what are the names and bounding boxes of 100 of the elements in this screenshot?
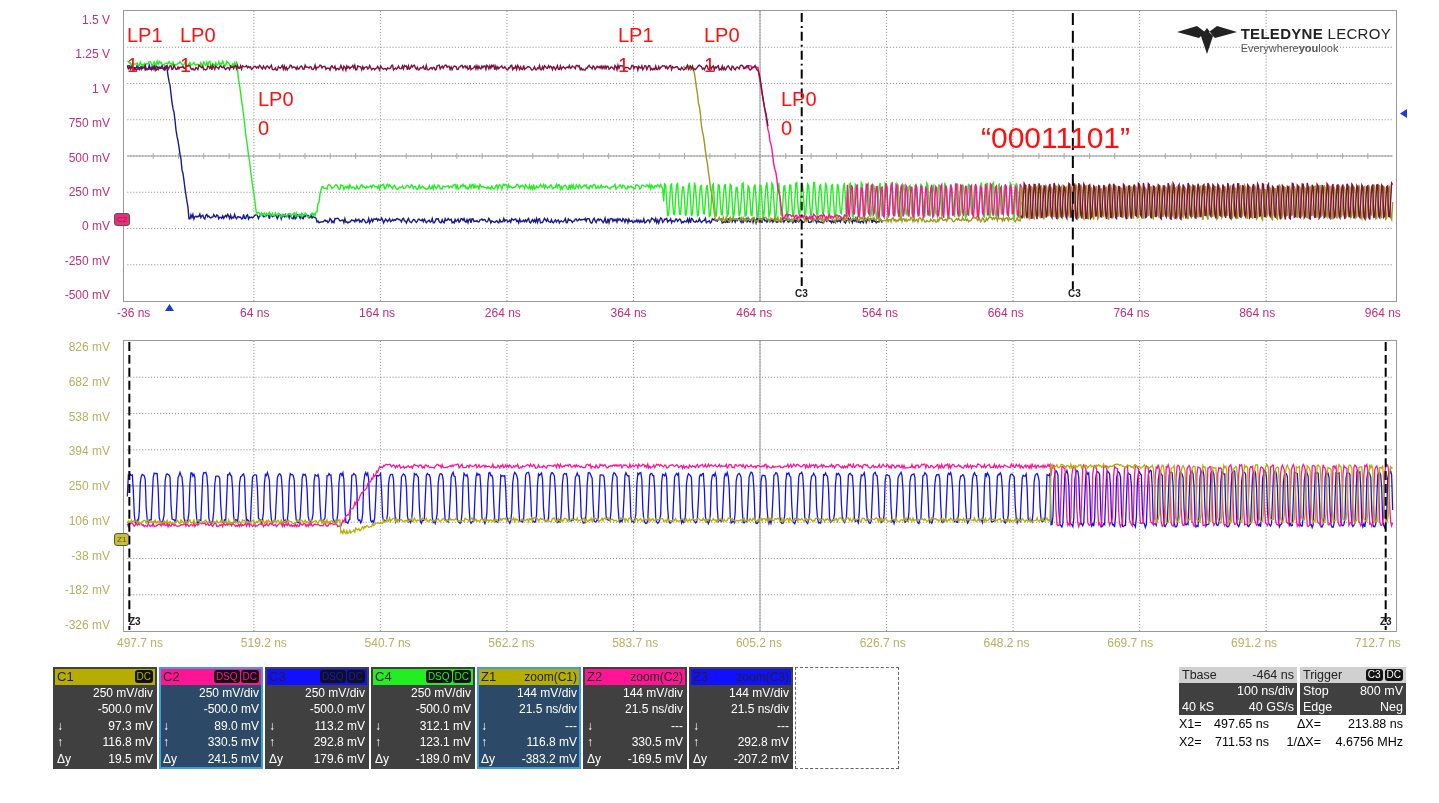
axis-label: 1.5 V	[81, 13, 110, 27]
readout-symbol: ↑	[375, 734, 381, 751]
axis-label: -250 mV	[64, 253, 110, 268]
coupling-badge: DC	[346, 670, 365, 684]
readout-symbol: ↓	[57, 717, 63, 734]
readout-value: -207.2 mV	[733, 750, 789, 767]
readout-value: 250 mV/div	[410, 684, 471, 701]
readout-value: ---	[777, 717, 789, 734]
axis-label: -500 mV	[64, 288, 110, 302]
annotation-label: LP1	[127, 24, 163, 46]
axis-label: 1 V	[92, 81, 110, 96]
readout-symbol: Δy	[57, 750, 71, 767]
readout-value: -189.0 mV	[415, 750, 471, 767]
readout-symbol: Δy	[163, 750, 177, 767]
channel-panel[interactable]: Z1 zoom(C1) 144 mV/div 21.5 ns/div ↓ --- ↑ 116.8 mV Δy -383.2 mV	[477, 667, 581, 769]
channel-panel[interactable]: C4 DSQ DC 250 mV/div -500.0 mV ↓ 312.1 mV ↑ 123.1 mV Δy -189.0 mV	[371, 667, 475, 769]
axis-label: 164 ns	[359, 306, 396, 322]
axis-label: 464 ns	[736, 306, 773, 322]
annotation-label: LP0	[180, 24, 216, 46]
ground-marker[interactable]: Z1	[114, 533, 130, 546]
readout-symbol: ↓	[481, 717, 487, 734]
readout-value: 21.5 ns/div	[624, 701, 683, 718]
timebase-value: 100 ns/div	[1237, 683, 1294, 699]
channel-panel[interactable]: C3 DSQ DC 250 mV/div -500.0 mV ↓ 113.2 mV ↑ 292.8 mV Δy 179.6 mV	[265, 667, 369, 769]
readout-symbol: ↑	[163, 734, 169, 751]
axis-label: 583.7 ns	[612, 636, 659, 652]
readout-value: 144 mV/div	[516, 684, 577, 701]
readout-value: 97.3 mV	[108, 717, 153, 734]
readout-symbol: Δy	[269, 750, 283, 767]
readout-symbol: Δy	[587, 750, 601, 767]
annotation-label: 1	[127, 54, 139, 76]
brand-name: TELEDYNE LECROY	[1240, 24, 1391, 42]
cursor-readout: 711.53 ns	[1214, 734, 1269, 751]
coupling-badge: DC	[134, 670, 153, 684]
axis-label: 826 mV	[68, 340, 110, 354]
readout-value: 250 mV/div	[304, 684, 365, 701]
brand-tagline: Everywhereyoulook	[1240, 41, 1340, 54]
readout-value: 250 mV/div	[198, 684, 259, 701]
axis-label: 562.2 ns	[488, 636, 535, 652]
readout-value: -169.5 mV	[627, 750, 683, 767]
channel-label: Z3	[693, 669, 710, 685]
trigger-panel[interactable]: Trigger C3 DC Stop 800 mV Edge Neg	[1300, 667, 1406, 715]
timebase-label: Tbase	[1182, 667, 1217, 683]
readout-value: 292.8 mV	[313, 734, 365, 751]
axis-label: 712.7 ns	[1354, 636, 1401, 652]
axis-label: 1.25 V	[75, 47, 110, 62]
cursor-line[interactable]	[128, 341, 131, 631]
axis-label: -182 mV	[64, 583, 110, 598]
channel-panel[interactable]: C2 DSQ DC 250 mV/div -500.0 mV ↓ 89.0 mV ↑ 330.5 mV Δy 241.5 mV	[159, 667, 263, 769]
channel-label: C4	[375, 669, 393, 685]
axis-label: -38 mV	[71, 548, 110, 563]
channel-panel[interactable]: Z2 zoom(C2) 144 mV/div 21.5 ns/div ↓ --- ↑ 330.5 mV Δy -169.5 mV	[583, 667, 687, 769]
axis-label: 264 ns	[484, 306, 521, 322]
empty-slot[interactable]	[795, 667, 899, 769]
coupling-badge: DC	[240, 670, 259, 684]
readout-value: 19.5 mV	[108, 750, 153, 767]
readout-value: 330.5 mV	[207, 734, 259, 751]
axis-label: 497.7 ns	[117, 636, 164, 652]
timebase-offset: -464 ns	[1252, 667, 1294, 683]
readout-value: -500.0 mV	[97, 701, 153, 718]
axis-label: 0 mV	[82, 219, 110, 234]
cursor-label: C3	[1068, 288, 1081, 299]
trigger-position-icon	[165, 304, 174, 311]
trigger-value: Edge	[1303, 699, 1333, 715]
axis-label: 519.2 ns	[240, 636, 287, 652]
channel-label: C3	[269, 669, 287, 685]
axis-label: 864 ns	[1239, 306, 1276, 322]
zoom-source: zoom(C1)	[524, 669, 577, 684]
readout-value: 144 mV/div	[728, 684, 789, 701]
readout-value: ---	[565, 717, 577, 734]
axis-label: 691.2 ns	[1231, 636, 1278, 652]
trigger-badge: DC	[1384, 669, 1403, 681]
readout-symbol: ↑	[693, 734, 699, 751]
zoom-source: zoom(C3)	[736, 669, 789, 684]
trigger-level-icon	[1400, 109, 1407, 118]
cursor-readout: ΔX=	[1296, 716, 1321, 733]
axis-label: 538 mV	[68, 409, 110, 424]
axis-label: 682 mV	[68, 374, 110, 389]
timebase-value: 40 GS/s	[1248, 699, 1294, 715]
coupling-badge: DSQ	[319, 670, 346, 684]
axis-label: 64 ns	[240, 306, 270, 322]
readout-value: 144 mV/div	[622, 684, 683, 701]
axis-label: 564 ns	[861, 306, 898, 322]
axis-label: 500 mV	[68, 150, 110, 165]
readout-value: -500.0 mV	[309, 701, 365, 718]
readout-value: 179.6 mV	[313, 750, 365, 767]
cursor-label: Z3	[1380, 616, 1392, 627]
cursor-readout: X2=	[1179, 734, 1203, 751]
axis-label: 250 mV	[68, 479, 110, 493]
readout-symbol: Δy	[481, 750, 495, 767]
channel-label: Z1	[481, 669, 498, 685]
channel-panel[interactable]: C1 DC 250 mV/div -500.0 mV ↓ 97.3 mV ↑ 116.8 mV Δy 19.5 mV	[53, 667, 157, 769]
channel-label: C1	[57, 669, 75, 685]
axis-label: 250 mV	[68, 184, 110, 199]
channel-panel[interactable]: Z3 zoom(C3) 144 mV/div 21.5 ns/div ↓ --- ↑ 292.8 mV Δy -207.2 mV	[689, 667, 793, 769]
readout-value: 292.8 mV	[737, 734, 789, 751]
channel-label: C2	[163, 669, 181, 685]
axis-label: 626.7 ns	[859, 636, 906, 652]
timebase-panel[interactable]: Tbase -464 ns 100 ns/div 40 kS 40 GS/s	[1179, 667, 1297, 715]
readout-symbol: ↓	[375, 717, 381, 734]
